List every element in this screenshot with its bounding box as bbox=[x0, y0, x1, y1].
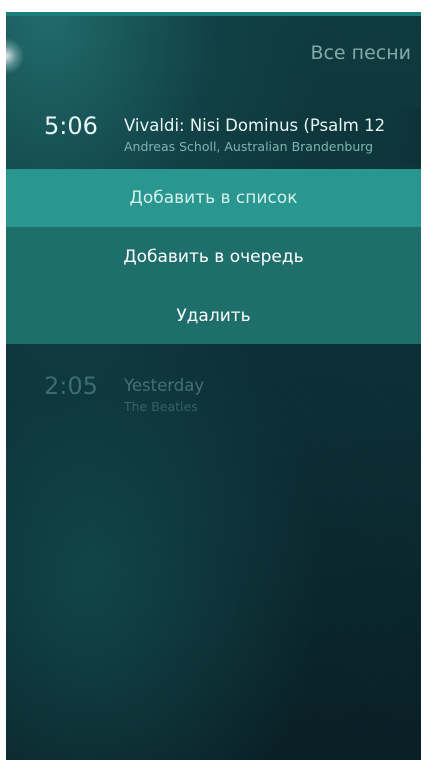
page-title[interactable]: Все песни bbox=[310, 42, 411, 64]
menu-item-delete[interactable]: Удалить bbox=[6, 287, 421, 344]
song-artist: The Beatles bbox=[124, 399, 198, 414]
song-title: Vivaldi: Nisi Dominus (Psalm 12 bbox=[124, 116, 386, 135]
song-row[interactable]: 5:06 Vivaldi: Nisi Dominus (Psalm 12 And… bbox=[6, 108, 421, 164]
song-duration: 5:06 bbox=[44, 112, 98, 140]
song-duration: 2:05 bbox=[44, 372, 98, 400]
song-title: Yesterday bbox=[124, 376, 205, 395]
context-menu: Добавить в список Добавить в очередь Уда… bbox=[6, 169, 421, 344]
light-glow-decoration bbox=[6, 38, 24, 74]
menu-item-add-to-queue[interactable]: Добавить в очередь bbox=[6, 227, 421, 287]
song-row[interactable]: 2:05 Yesterday The Beatles bbox=[6, 368, 421, 424]
menu-item-add-to-playlist[interactable]: Добавить в список bbox=[6, 169, 421, 227]
song-artist: Andreas Scholl, Australian Brandenburg bbox=[124, 139, 374, 154]
screen: Все песни 5:06 Vivaldi: Nisi Dominus (Ps… bbox=[0, 0, 427, 760]
text-fade-overlay bbox=[393, 108, 421, 164]
music-app: Все песни 5:06 Vivaldi: Nisi Dominus (Ps… bbox=[6, 12, 421, 760]
top-accent-line bbox=[6, 12, 421, 16]
